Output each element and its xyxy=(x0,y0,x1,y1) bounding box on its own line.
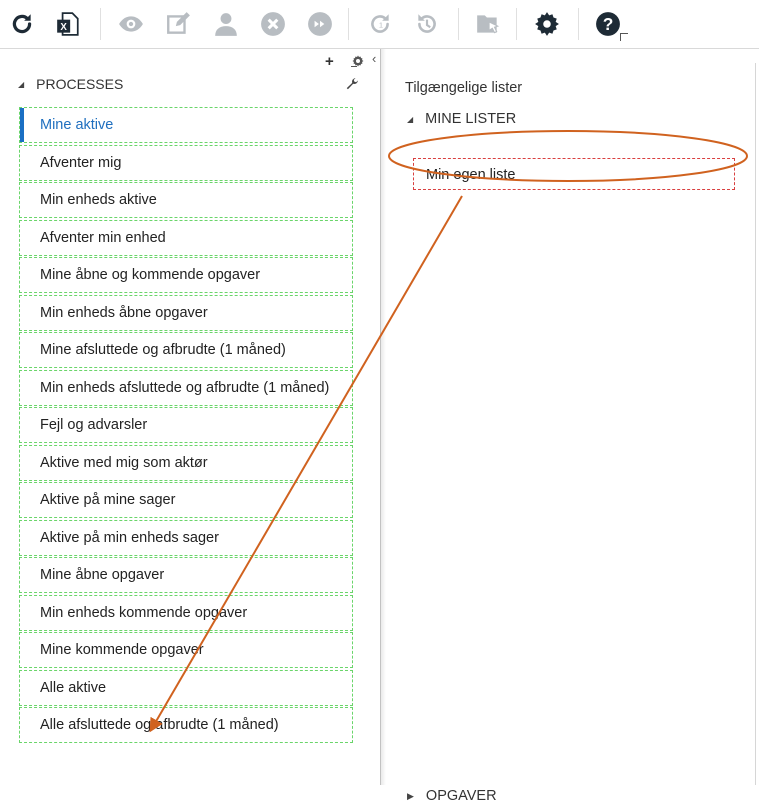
process-list-item[interactable]: Mine åbne opgaver xyxy=(19,557,353,593)
processes-label: PROCESSES xyxy=(36,76,124,92)
opgaver-header[interactable]: ▶ OPGAVER xyxy=(407,788,497,804)
history-icon[interactable] xyxy=(412,9,442,39)
toolbar: X 1 ? xyxy=(0,0,759,49)
process-list-item[interactable]: Mine afsluttede og afbrudte (1 måned) xyxy=(19,332,353,368)
add-icon[interactable]: + xyxy=(325,53,334,70)
processes-panel: + ‹ ◢ PROCESSES Mine aktive Afventer mig M… xyxy=(0,49,381,785)
process-list-item[interactable]: Afventer mig xyxy=(19,144,353,181)
process-list-item[interactable]: Fejl og advarsler xyxy=(19,407,353,443)
process-list-item[interactable]: Alle aktive xyxy=(19,669,353,706)
lists-panel: Tilgængelige lister ◢ MINE LISTER Min eg… xyxy=(387,49,759,804)
user-icon[interactable] xyxy=(211,9,241,39)
process-list-item[interactable]: Aktive på mine sager xyxy=(19,482,353,518)
mine-lister-label: MINE LISTER xyxy=(425,111,517,127)
process-list-item[interactable]: Aktive med mig som aktør xyxy=(19,444,353,481)
view-icon[interactable] xyxy=(116,9,146,39)
collapsed-triangle-icon: ▶ xyxy=(407,790,414,801)
process-list-item[interactable]: Mine kommende opgaver xyxy=(19,632,353,668)
expanded-triangle-icon: ◢ xyxy=(18,79,25,89)
help-icon[interactable]: ? xyxy=(593,9,623,39)
svg-text:X: X xyxy=(60,22,67,33)
skip-icon[interactable] xyxy=(305,9,335,39)
processes-header[interactable]: ◢ PROCESSES xyxy=(18,73,123,95)
wrench-icon[interactable] xyxy=(345,77,359,91)
process-list: Mine aktive Afventer mig Min enheds aktive… xyxy=(19,107,353,745)
process-list-item[interactable]: Min enheds åbne opgaver xyxy=(19,294,353,331)
move-document-icon[interactable] xyxy=(473,9,503,39)
process-list-item[interactable]: Min enheds kommende opgaver xyxy=(19,594,353,631)
process-list-item[interactable]: Afventer min enhed xyxy=(19,219,353,256)
svg-text:1: 1 xyxy=(379,20,383,29)
list-item-min-egen-liste[interactable]: Min egen liste xyxy=(413,158,735,190)
available-lists-title: Tilgængelige lister xyxy=(405,80,523,96)
restart-icon[interactable]: 1 xyxy=(365,9,395,39)
edit-icon[interactable] xyxy=(163,9,193,39)
minimize-icon[interactable] xyxy=(351,66,357,67)
process-list-item[interactable]: Min enheds aktive xyxy=(19,182,353,218)
process-list-item[interactable]: Mine åbne og kommende opgaver xyxy=(19,257,353,293)
process-list-item[interactable]: Mine aktive xyxy=(19,107,353,143)
process-list-item[interactable]: Alle afsluttede og afbrudte (1 måned) xyxy=(19,707,353,743)
opgaver-label: OPGAVER xyxy=(425,788,497,804)
cancel-icon[interactable] xyxy=(258,9,288,39)
gear-icon[interactable] xyxy=(532,9,562,39)
excel-export-icon[interactable]: X xyxy=(53,9,83,39)
process-list-item[interactable]: Min enheds afsluttede og afbrudte (1 mån… xyxy=(19,369,353,406)
refresh-icon[interactable] xyxy=(7,9,37,39)
svg-text:?: ? xyxy=(603,14,614,34)
resize-corner-icon xyxy=(620,33,628,41)
expanded-triangle-icon: ◢ xyxy=(407,114,414,124)
collapse-panel-icon[interactable]: ‹ xyxy=(372,51,376,66)
mine-lister-header[interactable]: ◢ MINE LISTER xyxy=(407,111,516,127)
process-list-item[interactable]: Aktive på min enheds sager xyxy=(19,519,353,556)
